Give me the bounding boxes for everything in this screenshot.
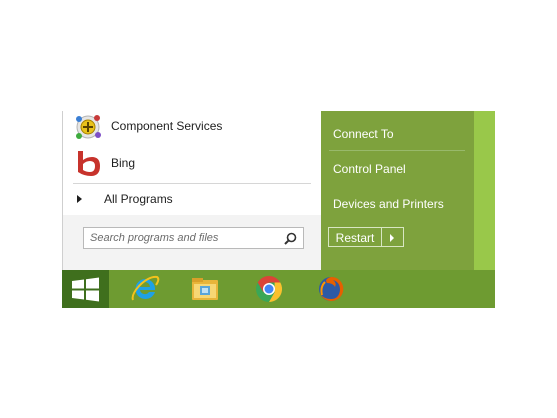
right-item-connect-to[interactable]: Connect To — [333, 127, 394, 141]
search-box[interactable] — [83, 227, 304, 249]
program-item-component-services[interactable]: Component Services — [73, 111, 313, 141]
start-menu-left-pane: Component Services Bing All Programs — [62, 111, 322, 270]
start-button[interactable] — [62, 270, 109, 308]
internet-explorer-icon[interactable] — [129, 273, 161, 305]
search-icon[interactable] — [284, 232, 297, 245]
program-item-label: Bing — [111, 156, 136, 170]
chevron-right-icon — [390, 234, 394, 242]
right-item-control-panel[interactable]: Control Panel — [333, 162, 406, 176]
separator — [73, 183, 311, 184]
program-item-label: Component Services — [111, 119, 223, 133]
accent-strip — [474, 111, 495, 270]
search-area — [63, 215, 322, 270]
taskbar — [62, 270, 495, 308]
separator — [329, 150, 465, 151]
firefox-icon[interactable] — [315, 273, 347, 305]
file-explorer-icon[interactable] — [189, 273, 221, 305]
restart-options-button[interactable] — [382, 227, 404, 247]
component-services-icon — [76, 115, 101, 139]
windows-logo-icon — [72, 277, 99, 302]
bing-icon — [78, 151, 100, 176]
program-item-bing[interactable]: Bing — [73, 148, 313, 178]
triangle-right-icon — [77, 195, 82, 203]
start-menu-right-pane: Connect To Control Panel Devices and Pri… — [321, 111, 495, 270]
chrome-icon[interactable] — [253, 273, 285, 305]
right-item-devices-and-printers[interactable]: Devices and Printers — [333, 197, 444, 211]
start-menu: Component Services Bing All Programs Con — [62, 111, 495, 270]
all-programs-button[interactable]: All Programs — [77, 189, 173, 209]
restart-button[interactable]: Restart — [328, 227, 382, 247]
search-input[interactable] — [90, 230, 275, 246]
all-programs-label: All Programs — [104, 192, 173, 206]
